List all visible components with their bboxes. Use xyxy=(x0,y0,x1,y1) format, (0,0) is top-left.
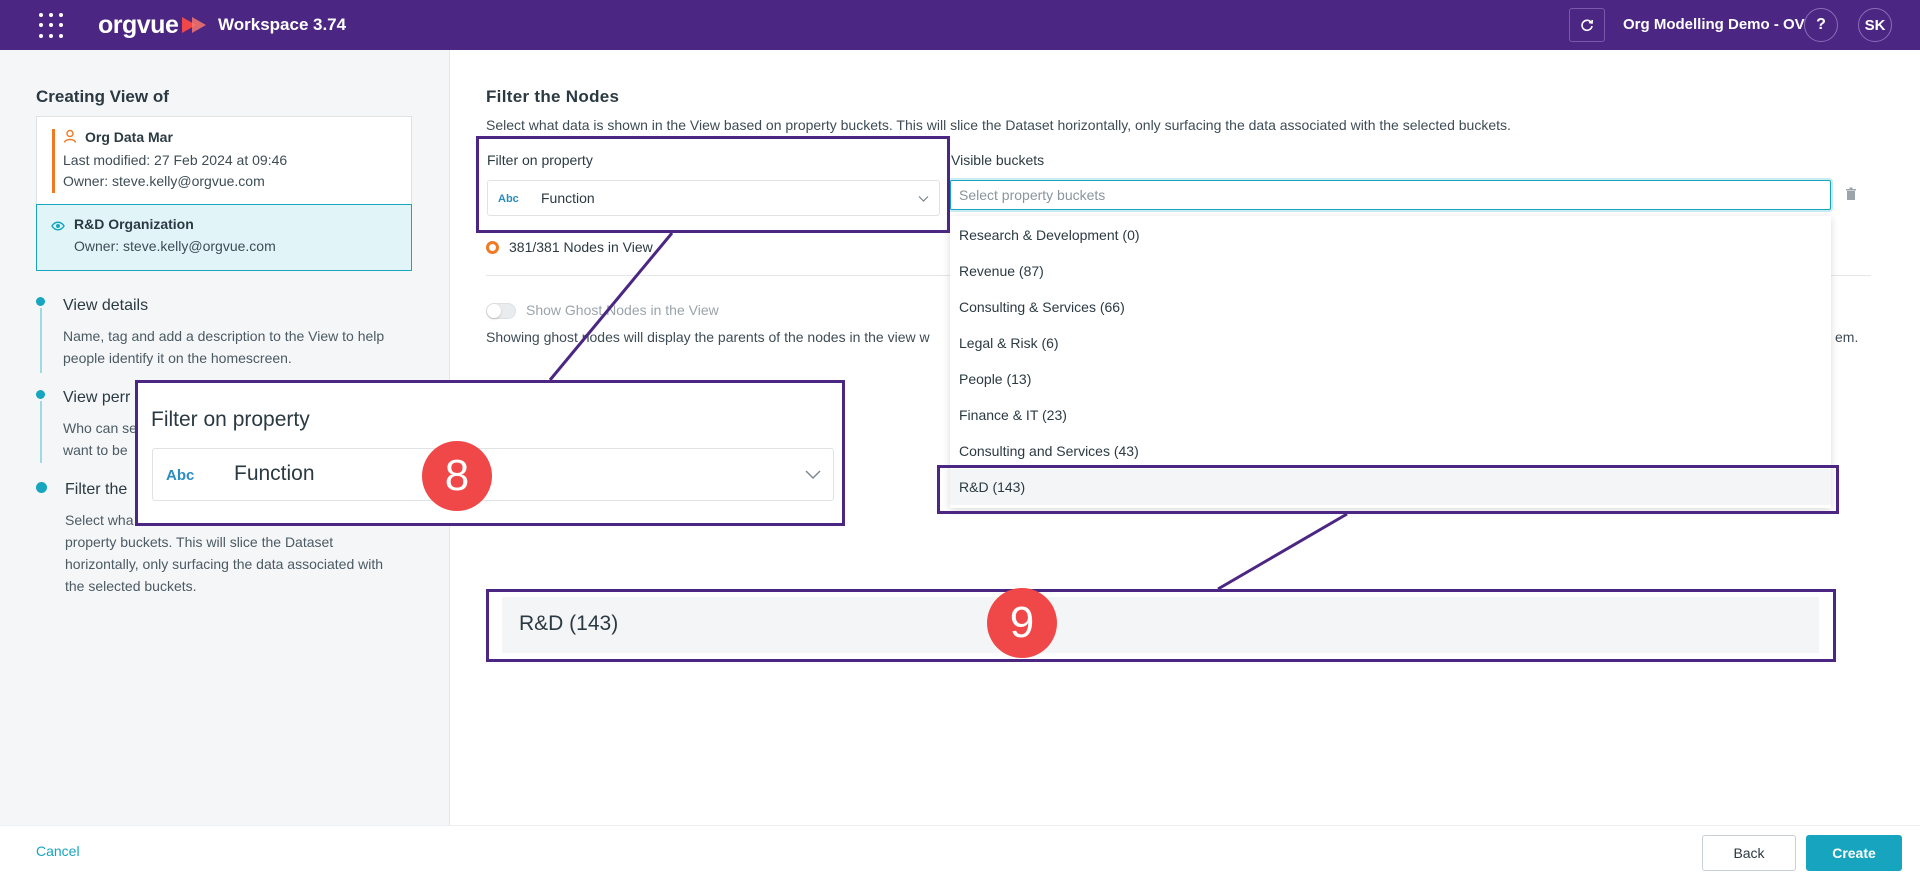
step-dot-active xyxy=(36,482,47,493)
step-badge-8: 8 xyxy=(422,441,492,511)
page-title: Filter the Nodes xyxy=(486,87,620,106)
callout-bucket-value: R&D (143) xyxy=(519,612,619,635)
visible-buckets-label: Visible buckets xyxy=(951,152,1045,168)
orgvue-logo-mark-icon xyxy=(182,17,206,33)
bucket-option[interactable]: Research & Development (0) xyxy=(950,217,1831,253)
step-view-details[interactable]: View details xyxy=(63,297,148,315)
dataset-owner: Owner: steve.kelly@orgvue.com xyxy=(63,173,265,189)
sidebar-title: Creating View of xyxy=(36,87,169,106)
highlight-frame-rd xyxy=(937,465,1839,514)
callout-filter-label: Filter on property xyxy=(151,408,310,431)
footer: Cancel Back Create xyxy=(0,825,1920,878)
highlight-frame-filter xyxy=(476,136,950,233)
avatar[interactable]: SK xyxy=(1858,8,1892,42)
step-line xyxy=(40,401,42,463)
app-grid-icon[interactable] xyxy=(39,13,65,39)
top-bar: orgvue Workspace 3.74 Org Modelling Demo… xyxy=(0,0,1920,50)
dataset-modified: Last modified: 27 Feb 2024 at 09:46 xyxy=(63,152,288,168)
page-subtitle: Select what data is shown in the View ba… xyxy=(486,117,1511,133)
dataset-name-label: Org Data Mar xyxy=(85,129,173,145)
step-desc: want to be xyxy=(63,442,128,458)
bucket-search-input[interactable] xyxy=(950,180,1831,210)
person-icon xyxy=(63,129,77,143)
callout-zoom-bucket: R&D (143) xyxy=(486,589,1836,662)
step-badge-9: 9 xyxy=(987,588,1057,658)
step-dot xyxy=(36,297,45,306)
bucket-option[interactable]: People (13) xyxy=(950,361,1831,397)
bucket-option[interactable]: Revenue (87) xyxy=(950,253,1831,289)
workspace-version: 3.74 xyxy=(313,15,347,34)
step-desc: Select wha xyxy=(65,512,134,528)
cancel-button[interactable]: Cancel xyxy=(36,843,80,859)
step-line xyxy=(40,308,42,373)
ghost-nodes-label: Show Ghost Nodes in the View xyxy=(526,302,719,318)
callout-zoom-filter: Filter on property Abc Function xyxy=(135,380,845,526)
trash-icon[interactable] xyxy=(1845,187,1857,201)
callout-filter-value: Function xyxy=(234,462,315,485)
view-card: R&D Organization Owner: steve.kelly@orgv… xyxy=(36,204,412,271)
help-button[interactable]: ? xyxy=(1804,8,1838,42)
dataset-name[interactable]: Org Modelling Demo - OV xyxy=(1623,16,1805,33)
step-view-permissions[interactable]: View perr xyxy=(63,389,130,407)
nodes-indicator-icon xyxy=(486,241,499,254)
step-desc: Name, tag and add a description to the V… xyxy=(63,328,385,344)
refresh-icon xyxy=(1581,19,1594,32)
workspace-label: Workspace xyxy=(218,15,309,34)
step-filter-nodes[interactable]: Filter the xyxy=(65,481,127,499)
step-desc: the selected buckets. xyxy=(65,578,197,594)
bucket-option[interactable]: Consulting and Services (43) xyxy=(950,433,1831,469)
connector-line-9 xyxy=(1217,512,1348,591)
view-name: R&D Organization xyxy=(74,216,194,232)
nodes-count: 381/381 Nodes in View xyxy=(509,239,653,255)
ghost-nodes-description-end: em. xyxy=(1835,329,1859,345)
bucket-option[interactable]: Finance & IT (23) xyxy=(950,397,1831,433)
dataset-accent-bar xyxy=(52,129,55,193)
refresh-button[interactable] xyxy=(1569,8,1605,42)
eye-icon xyxy=(51,221,65,231)
dataset-card: Org Data Mar Last modified: 27 Feb 2024 … xyxy=(36,116,412,205)
bucket-option[interactable]: Legal & Risk (6) xyxy=(950,325,1831,361)
bucket-search-field[interactable] xyxy=(951,181,1830,209)
view-owner: Owner: steve.kelly@orgvue.com xyxy=(74,238,276,254)
ghost-nodes-description: Showing ghost nodes will display the par… xyxy=(486,329,930,345)
callout-filter-select: Abc Function xyxy=(152,448,834,501)
step-desc: people identify it on the homescreen. xyxy=(63,350,292,366)
chevron-down-icon xyxy=(805,470,821,479)
bucket-option[interactable]: Consulting & Services (66) xyxy=(950,289,1831,325)
step-dot xyxy=(36,390,45,399)
create-button[interactable]: Create xyxy=(1806,835,1902,871)
step-desc: property buckets. This will slice the Da… xyxy=(65,534,334,550)
back-button[interactable]: Back xyxy=(1702,835,1796,871)
orgvue-logo[interactable]: orgvue xyxy=(98,11,179,40)
callout-bucket-row: R&D (143) xyxy=(502,597,1819,653)
step-desc: Who can se xyxy=(63,420,137,436)
step-desc: horizontally, only surfacing the data as… xyxy=(65,556,384,572)
text-type-icon: Abc xyxy=(166,467,195,484)
toggle-knob xyxy=(487,304,501,318)
